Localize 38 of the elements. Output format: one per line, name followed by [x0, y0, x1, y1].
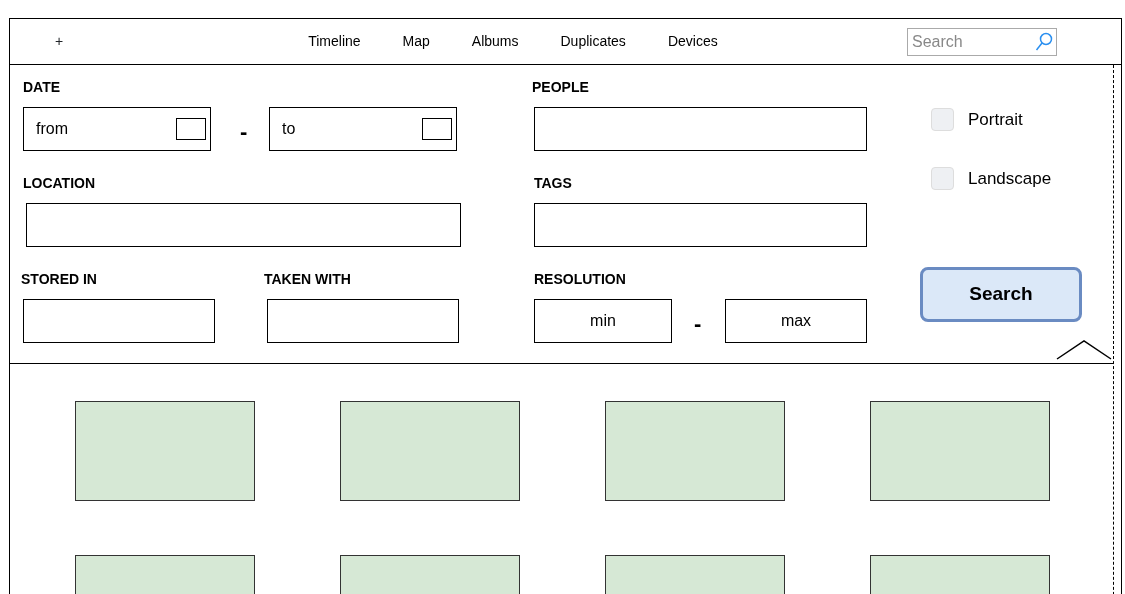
field-label: PEOPLE [532, 79, 590, 95]
checkbox[interactable] [931, 166, 954, 190]
input-field[interactable]: min [534, 299, 672, 343]
search-icon[interactable] [1035, 31, 1053, 52]
nav-link[interactable]: Timeline [308, 31, 361, 52]
image-placeholder[interactable] [870, 401, 1050, 501]
field-label: LOCATION [23, 175, 97, 191]
field-label: DATE [23, 79, 62, 95]
input-field[interactable] [534, 107, 867, 151]
nav-link[interactable]: Duplicates [560, 31, 626, 52]
input-field[interactable]: max [725, 299, 867, 343]
checkbox-label: Landscape [968, 167, 1052, 190]
image-placeholder[interactable] [605, 401, 785, 501]
chevron-icon[interactable] [1055, 337, 1113, 361]
input-field[interactable] [267, 299, 459, 343]
date-field[interactable]: to [269, 107, 457, 151]
input-field[interactable] [23, 299, 215, 343]
field-label: STORED IN [21, 271, 98, 287]
image-placeholder[interactable] [75, 401, 255, 501]
image-placeholder[interactable] [340, 401, 520, 501]
add-button[interactable]: + [55, 31, 64, 52]
field-label: TAGS [534, 175, 573, 191]
date-picker-button[interactable] [422, 118, 452, 140]
nav-link[interactable]: Map [402, 31, 430, 52]
search-field[interactable]: Search [907, 27, 1057, 56]
nav-link[interactable]: Albums [471, 31, 519, 52]
date-field[interactable]: from [23, 107, 211, 151]
input-field[interactable] [26, 203, 461, 247]
checkbox[interactable] [931, 108, 954, 132]
field-label: TAKEN WITH [264, 271, 352, 287]
separator-text: - [694, 310, 703, 338]
nav-link[interactable]: Devices [667, 31, 718, 52]
search-button[interactable]: Search [920, 267, 1082, 322]
input-field[interactable] [534, 203, 867, 247]
separator-text: - [240, 118, 249, 146]
field-label: RESOLUTION [534, 271, 627, 287]
checkbox-label: Portrait [968, 109, 1023, 131]
date-picker-button[interactable] [176, 118, 206, 140]
